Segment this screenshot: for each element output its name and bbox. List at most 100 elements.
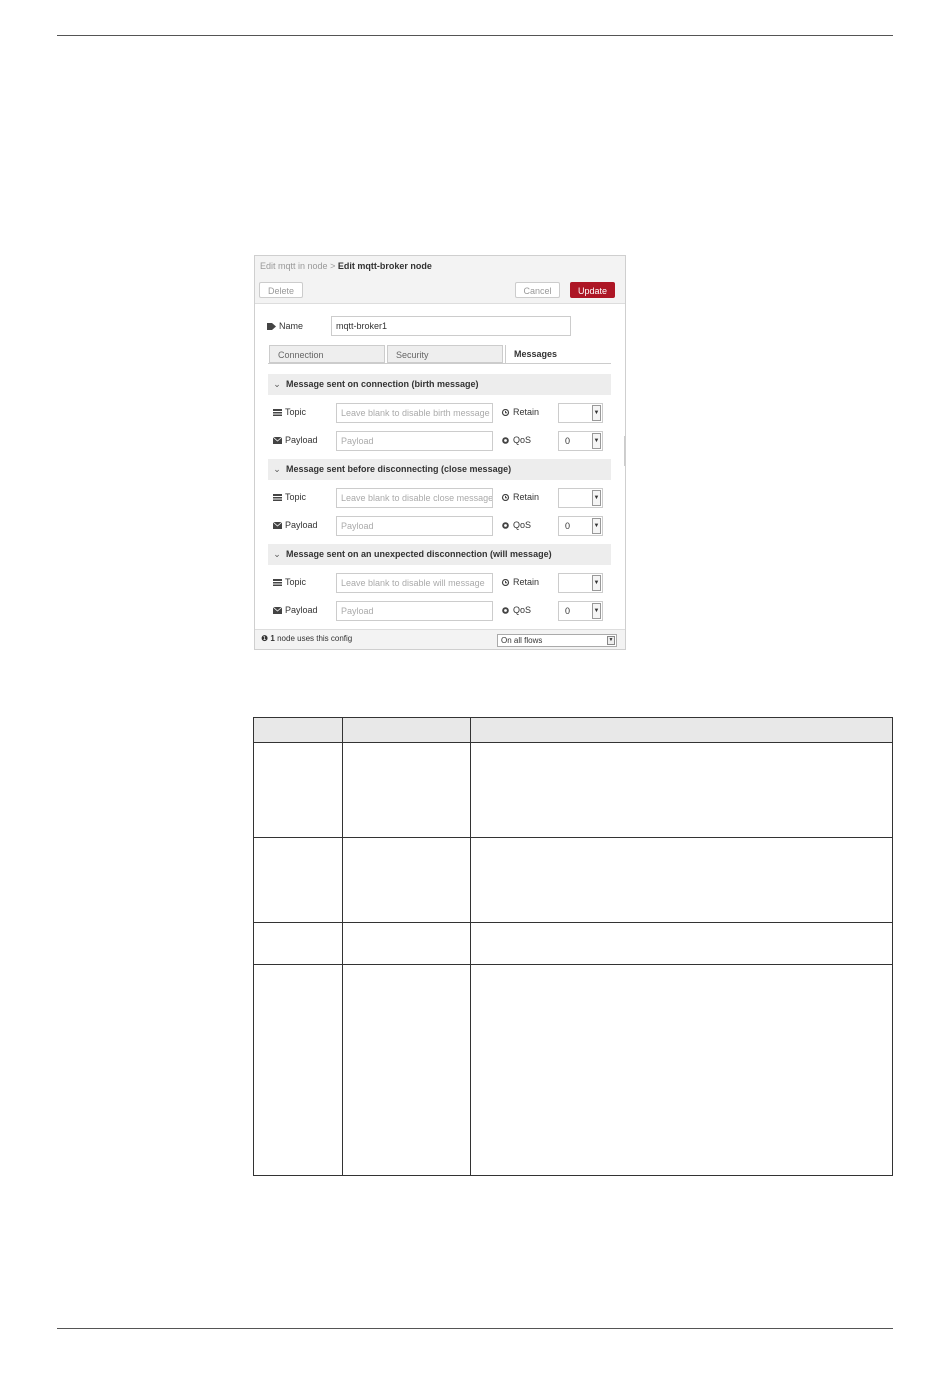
tab-security[interactable]: Security [387,345,503,363]
envelope-icon [273,607,282,614]
list-icon [273,409,282,416]
birth-topic-input[interactable]: Leave blank to disable birth message [336,403,493,423]
table-cell [342,964,471,1176]
dropdown-arrow-icon: ▼ [592,433,601,449]
retain-label-wrap: Retain [501,577,539,587]
will-topic-input[interactable]: Leave blank to disable will message [336,573,493,593]
table-cell [253,964,343,1176]
will-qos-select[interactable]: 0 ▼ [558,601,603,621]
bottom-rule [57,1328,893,1329]
envelope-icon [273,522,282,529]
table-header-cell [342,717,471,743]
qos-label: QoS [513,435,532,445]
close-payload-input[interactable]: Payload [336,516,493,536]
qos-label: QoS [513,520,532,530]
retain-label: Retain [513,577,540,587]
update-button[interactable]: Update [570,282,615,298]
scrollbar[interactable] [624,436,625,466]
table-cell [342,742,471,838]
table-cell [470,922,893,965]
dialog-toolbar: Delete Cancel Update [255,278,625,304]
payload-label-wrap: Payload [273,520,318,530]
will-retain-select[interactable]: ▼ [558,573,603,593]
breadcrumb: Edit mqtt in node > Edit mqtt-broker nod… [260,261,432,271]
birth-qos-select[interactable]: 0 ▼ [558,431,603,451]
topic-label: Topic [285,407,307,417]
retain-label: Retain [513,492,540,502]
table-cell [470,837,893,923]
qos-label-wrap: QoS [501,605,531,615]
list-icon [273,579,282,586]
chevron-down-icon: ⌄ [273,379,281,389]
flow-scope-value: On all flows [501,636,543,645]
will-payload-input[interactable]: Payload [336,601,493,621]
envelope-icon [273,437,282,444]
table-header-cell [470,717,893,743]
payload-label-wrap: Payload [273,435,318,445]
birth-retain-select[interactable]: ▼ [558,403,603,423]
retain-label-wrap: Retain [501,492,539,502]
section-title: Message sent on an unexpected disconnect… [286,549,552,559]
qos-label-wrap: QoS [501,520,531,530]
table-cell [342,837,471,923]
topic-label: Topic [285,577,307,587]
dialog-footer: ❶ 1 node uses this config On all flows ▼ [255,629,625,649]
section-title: Message sent on connection (birth messag… [286,379,479,389]
chevron-down-icon: ⌄ [273,464,281,474]
breadcrumb-prev[interactable]: Edit mqtt in node [260,261,328,271]
table-row [253,742,893,838]
qos-value: 0 [565,606,571,616]
table-header-row [253,717,893,743]
tag-icon [267,323,276,330]
close-retain-select[interactable]: ▼ [558,488,603,508]
section-title: Message sent before disconnecting (close… [286,464,512,474]
payload-label: Payload [285,435,318,445]
qos-icon [502,607,509,614]
chevron-down-icon: ⌄ [273,549,281,559]
close-topic-input[interactable]: Leave blank to disable close message [336,488,493,508]
table-cell [342,922,471,965]
usage-info: ❶ 1 node uses this config [261,634,352,643]
parameter-table [253,717,893,1176]
topic-label-wrap: Topic [273,492,306,502]
birth-payload-input[interactable]: Payload [336,431,493,451]
table-cell [253,922,343,965]
retain-label-wrap: Retain [501,407,539,417]
payload-label: Payload [285,605,318,615]
name-label-wrap: Name [267,321,303,331]
qos-value: 0 [565,521,571,531]
table-header-cell [253,717,343,743]
topic-label: Topic [285,492,307,502]
tab-connection[interactable]: Connection [269,345,385,363]
will-message-section-header[interactable]: ⌄ Message sent on an unexpected disconnec… [268,544,611,565]
history-icon [501,494,510,501]
name-label: Name [279,321,304,331]
tab-messages[interactable]: Messages [505,345,611,363]
dropdown-arrow-icon: ▼ [607,636,615,645]
table-cell [253,837,343,923]
usage-count: 1 [270,634,275,643]
payload-label-wrap: Payload [273,605,318,615]
top-rule [57,35,893,36]
name-input[interactable]: mqtt-broker1 [331,316,571,336]
dialog-header: Edit mqtt in node > Edit mqtt-broker nod… [255,256,625,278]
close-message-section-header[interactable]: ⌄ Message sent before disconnecting (clos… [268,459,611,480]
delete-button[interactable]: Delete [259,282,303,298]
flow-scope-select[interactable]: On all flows ▼ [497,634,617,647]
qos-label-wrap: QoS [501,435,531,445]
dropdown-arrow-icon: ▼ [592,490,601,506]
close-qos-select[interactable]: 0 ▼ [558,516,603,536]
qos-icon [502,437,509,444]
birth-message-section-header[interactable]: ⌄ Message sent on connection (birth messa… [268,374,611,395]
dropdown-arrow-icon: ▼ [592,575,601,591]
qos-label: QoS [513,605,532,615]
qos-value: 0 [565,436,571,446]
edit-mqtt-broker-dialog: Edit mqtt in node > Edit mqtt-broker nod… [254,255,626,650]
info-icon: ❶ [261,634,269,643]
table-cell [470,964,893,1176]
breadcrumb-current: Edit mqtt-broker node [337,261,432,271]
dropdown-arrow-icon: ▼ [592,518,601,534]
cancel-button[interactable]: Cancel [515,282,560,298]
table-row [253,837,893,923]
history-icon [501,579,510,586]
